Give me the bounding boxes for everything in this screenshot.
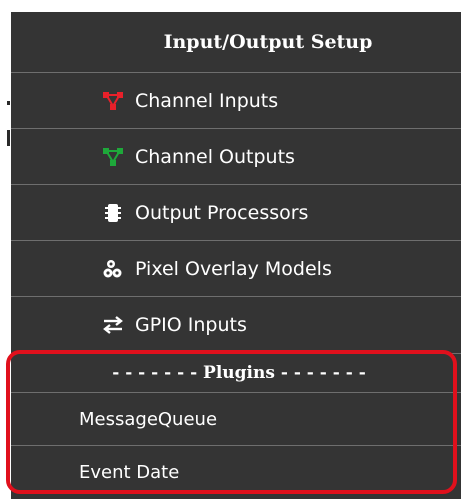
menu-item-gpio-inputs[interactable]: GPIO Inputs <box>11 296 461 353</box>
output-processors-icon <box>99 201 127 225</box>
channel-inputs-icon <box>99 89 127 113</box>
plugin-item-messagequeue[interactable]: MessageQueue <box>11 392 461 445</box>
stray-mark <box>7 101 10 105</box>
menu-item-label: Channel Outputs <box>135 145 295 168</box>
menu-item-pixel-overlay-models[interactable]: Pixel Overlay Models <box>11 240 461 296</box>
menu-item-label: Pixel Overlay Models <box>135 257 332 280</box>
stray-mark <box>7 130 10 146</box>
channel-outputs-icon <box>99 145 127 169</box>
menu-item-channel-outputs[interactable]: Channel Outputs <box>11 128 461 184</box>
plugin-item-event-date[interactable]: Event Date <box>11 445 461 499</box>
menu-title: Input/Output Setup <box>163 31 373 53</box>
menu-item-output-processors[interactable]: Output Processors <box>11 184 461 240</box>
menu-item-label: Output Processors <box>135 201 309 224</box>
plugin-item-label: MessageQueue <box>79 408 218 430</box>
page: Input/Output Setup Channel Inputs Channe… <box>0 0 461 499</box>
pixel-overlay-icon <box>99 257 127 281</box>
plugin-item-label: Event Date <box>79 462 180 483</box>
menu-item-label: Channel Inputs <box>135 89 279 112</box>
menu-item-label: GPIO Inputs <box>135 314 247 336</box>
gpio-inputs-icon <box>99 313 127 337</box>
plugins-section-header: - - - - - - - Plugins - - - - - - - <box>11 353 461 392</box>
io-setup-menu: Input/Output Setup Channel Inputs Channe… <box>11 12 461 499</box>
menu-item-channel-inputs[interactable]: Channel Inputs <box>11 72 461 128</box>
